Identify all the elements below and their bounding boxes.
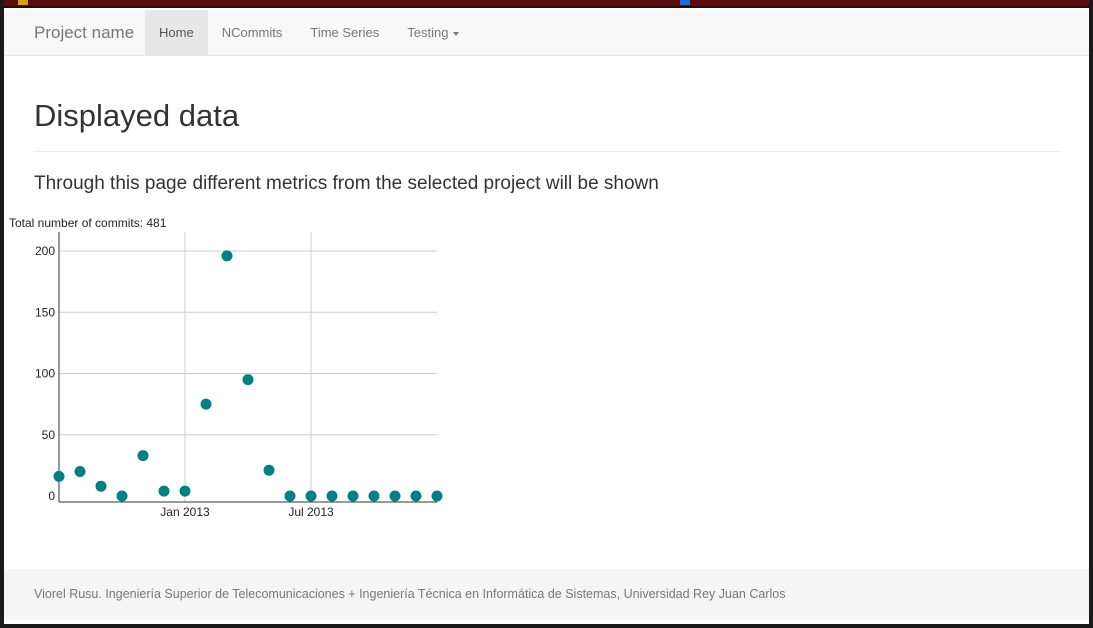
data-point[interactable] [431, 490, 443, 502]
navbar-menu: Home NCommits Time Series Testing [145, 10, 473, 56]
navbar-brand[interactable]: Project name [34, 10, 134, 56]
x-tick-label: Jan 2013 [160, 505, 210, 519]
navbar: Project name Home NCommits Time Series T… [4, 10, 1089, 56]
data-point[interactable] [242, 374, 254, 386]
data-point[interactable] [326, 490, 338, 502]
y-tick-label: 150 [35, 305, 55, 319]
data-point[interactable] [137, 450, 149, 462]
data-point[interactable] [368, 490, 380, 502]
footer: Viorel Rusu. Ingeniería Superior de Tele… [4, 569, 1089, 620]
nav-item-label: NCommits [221, 25, 283, 40]
data-point[interactable] [179, 485, 191, 497]
data-point[interactable] [53, 470, 65, 482]
browser-tab-strip[interactable] [4, 0, 1089, 8]
page-title: Displayed data [34, 98, 1061, 152]
y-tick-label: 100 [35, 367, 55, 381]
tab-favicon-icon [680, 0, 690, 5]
nav-item-home[interactable]: Home [145, 10, 208, 56]
data-point[interactable] [221, 250, 233, 262]
data-point[interactable] [410, 490, 422, 502]
nav-item-time-series[interactable]: Time Series [296, 10, 393, 56]
data-point[interactable] [74, 466, 86, 477]
y-tick-label: 50 [42, 428, 56, 442]
data-point[interactable] [263, 464, 275, 476]
caret-down-icon [453, 31, 460, 36]
commits-chart: Total number of commits: 481 0 50 100 150 20… [4, 212, 444, 522]
nav-item-label: Time Series [310, 25, 380, 40]
data-point[interactable] [158, 485, 170, 497]
data-point[interactable] [95, 480, 107, 492]
main-content: Displayed data Through this page differe… [34, 56, 1061, 195]
data-point[interactable] [284, 490, 296, 502]
y-tick-label: 0 [48, 489, 55, 503]
chart-title: Total number of commits: 481 [9, 216, 167, 230]
y-tick-label: 200 [35, 244, 55, 258]
tab-favicon-icon [18, 0, 28, 5]
data-point[interactable] [389, 490, 401, 502]
nav-item-label: Testing [407, 25, 449, 40]
data-point[interactable] [347, 490, 359, 502]
data-point[interactable] [305, 490, 317, 502]
nav-item-ncommits[interactable]: NCommits [208, 10, 297, 56]
data-point[interactable] [200, 398, 212, 410]
x-tick-label: Jul 2013 [288, 505, 334, 519]
nav-item-label: Home [159, 25, 194, 40]
nav-item-testing-dropdown[interactable]: Testing [393, 10, 473, 56]
commits-scatter-plot: 0 50 100 150 200 Jan 2013 Jul 2013 [35, 232, 443, 519]
data-point[interactable] [116, 490, 128, 502]
lead-text: Through this page different metrics from… [34, 173, 659, 194]
browser-window: Project name Home NCommits Time Series T… [0, 0, 1093, 628]
footer-text: Viorel Rusu. Ingeniería Superior de Tele… [34, 587, 786, 601]
